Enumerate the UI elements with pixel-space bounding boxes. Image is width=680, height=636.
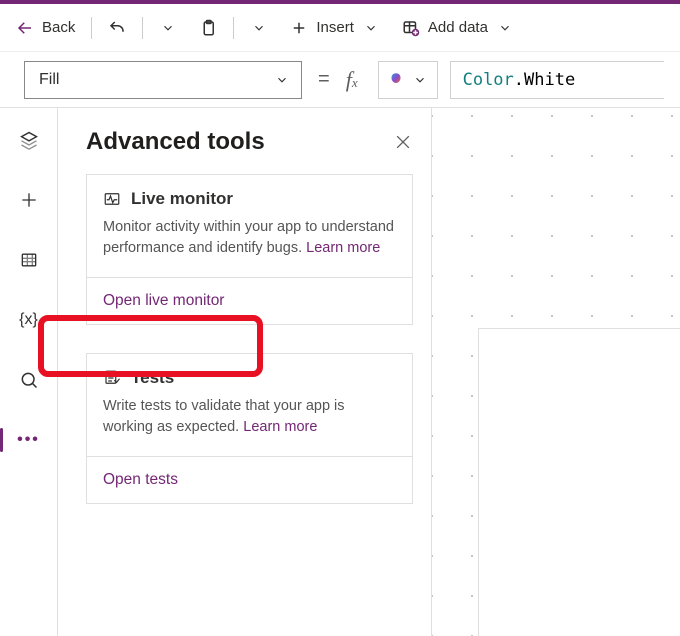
layers-icon — [19, 130, 39, 150]
advanced-tools-rail-button[interactable]: ••• — [9, 426, 49, 454]
token-dot: . — [514, 70, 524, 90]
chevron-down-icon — [411, 71, 429, 89]
learn-more-link[interactable]: Learn more — [306, 240, 380, 256]
token-white: White — [524, 70, 575, 90]
property-value: Fill — [39, 71, 59, 89]
copilot-button[interactable] — [378, 61, 438, 99]
undo-icon — [108, 19, 126, 37]
toolbar: Back Insert — [0, 4, 680, 52]
open-tests-button[interactable]: Open tests — [87, 456, 412, 503]
separator — [142, 17, 143, 39]
card-title: Tests — [131, 368, 174, 388]
data-rail-button[interactable] — [9, 246, 49, 274]
copilot-icon — [387, 71, 405, 89]
chevron-down-icon — [496, 19, 514, 37]
separator — [91, 17, 92, 39]
more-icon: ••• — [17, 431, 40, 449]
grid-icon — [19, 250, 39, 270]
live-monitor-card: Live monitor Monitor activity within you… — [86, 174, 413, 325]
advanced-tools-panel: Advanced tools Live monitor Monitor acti… — [58, 108, 432, 636]
token-color: Color — [463, 70, 514, 90]
back-button[interactable]: Back — [8, 10, 83, 46]
plus-icon — [19, 190, 39, 210]
canvas-screen[interactable] — [478, 328, 680, 636]
card-description: Monitor activity within your app to unde… — [103, 217, 396, 259]
back-label: Back — [42, 19, 75, 36]
insert-label: Insert — [316, 19, 354, 36]
insert-rail-button[interactable] — [9, 186, 49, 214]
chevron-down-icon — [273, 71, 291, 89]
search-icon — [19, 370, 39, 390]
main-area: {x} ••• Advanced tools Live — [0, 108, 680, 636]
search-rail-button[interactable] — [9, 366, 49, 394]
chevron-down-icon — [362, 19, 380, 37]
card-title: Live monitor — [131, 189, 233, 209]
insert-button[interactable]: Insert — [282, 10, 388, 46]
arrow-left-icon — [16, 19, 34, 37]
paste-button[interactable] — [191, 10, 225, 46]
clipboard-icon — [199, 19, 217, 37]
property-dropdown[interactable]: Fill — [24, 61, 302, 99]
card-description: Write tests to validate that your app is… — [103, 396, 396, 438]
separator — [233, 17, 234, 39]
close-panel-button[interactable] — [393, 132, 413, 152]
open-live-monitor-button[interactable]: Open live monitor — [87, 277, 412, 324]
variables-rail-button[interactable]: {x} — [9, 306, 49, 334]
add-data-button[interactable]: Add data — [394, 10, 522, 46]
add-data-label: Add data — [428, 19, 488, 36]
paste-dropdown[interactable] — [242, 10, 276, 46]
panel-title: Advanced tools — [86, 128, 265, 156]
left-rail: {x} ••• — [0, 108, 58, 636]
checklist-icon — [103, 369, 121, 387]
fx-icon[interactable]: fx — [346, 67, 366, 93]
undo-button[interactable] — [100, 10, 134, 46]
plus-icon — [290, 19, 308, 37]
table-add-icon — [402, 19, 420, 37]
tests-card: Tests Write tests to validate that your … — [86, 353, 413, 504]
heartbeat-icon — [103, 190, 121, 208]
chevron-down-icon — [159, 19, 177, 37]
chevron-down-icon — [250, 19, 268, 37]
formula-input[interactable]: Color.White — [450, 61, 664, 99]
equals-sign: = — [314, 68, 334, 91]
variables-icon: {x} — [19, 311, 38, 329]
learn-more-link[interactable]: Learn more — [243, 419, 317, 435]
undo-dropdown[interactable] — [151, 10, 185, 46]
formula-bar: Fill = fx Color.White — [0, 52, 680, 108]
tree-view-button[interactable] — [9, 126, 49, 154]
canvas-area[interactable] — [432, 108, 680, 636]
